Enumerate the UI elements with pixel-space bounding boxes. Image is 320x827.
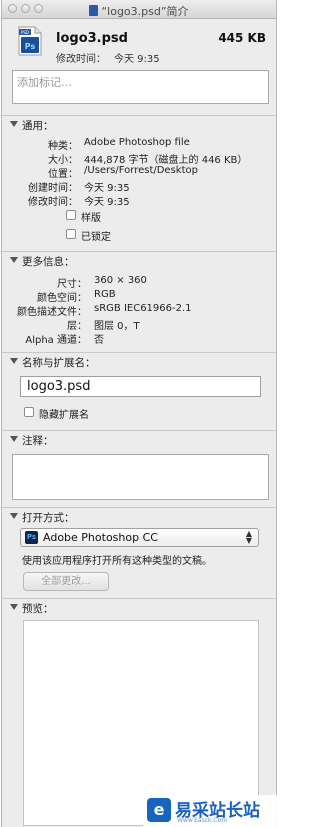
info-window: “logo3.psd”简介 PSD Ps logo3.psd 445 KB 修改… — [1, 0, 277, 827]
disclosure-triangle-icon[interactable] — [10, 121, 18, 127]
open-with-description: 使用该应用程序打开所有这种类型的文稿。 — [22, 556, 212, 567]
app-select-value: Adobe Photoshop CC — [43, 531, 158, 544]
section-title: 预览： — [22, 603, 54, 615]
watermark: e 易采站长站 Www.Easck.Com — [143, 795, 279, 827]
section-comments[interactable]: 注释： — [2, 430, 276, 448]
color-space-row: 颜色空间： RGB — [37, 289, 116, 304]
app-select[interactable]: Ps Adobe Photoshop CC ▲ ▼ — [20, 528, 259, 547]
location-row: 位置：/Users/Forrest/Desktop — [48, 165, 198, 180]
tags-field[interactable]: 添加标记… — [12, 70, 269, 104]
psd-file-icon: PSD Ps — [18, 26, 42, 56]
created-row: 创建时间： 今天 9:35 — [28, 183, 130, 194]
document-icon — [89, 5, 99, 16]
modified-row: 修改时间： 今天 9:35 — [28, 197, 130, 208]
file-header: PSD Ps logo3.psd 445 KB 修改时间： 今天 9:35 — [2, 19, 276, 67]
checkbox-box[interactable] — [66, 229, 76, 239]
section-preview[interactable]: 预览： — [2, 598, 276, 616]
size-row: 大小： 444,878 字节（磁盘上的 446 KB） — [48, 155, 248, 166]
file-name: logo3.psd — [56, 31, 128, 46]
disclosure-triangle-icon[interactable] — [10, 358, 18, 364]
layers-row: 层： 图层 0，T — [67, 321, 140, 332]
modified-label: 修改时间： — [56, 54, 106, 65]
modified-value: 今天 9:35 — [114, 54, 160, 65]
section-title: 通用： — [22, 120, 54, 132]
section-title: 注释： — [22, 435, 54, 447]
photoshop-icon: Ps — [25, 531, 38, 544]
section-more-info[interactable]: 更多信息： — [2, 251, 276, 269]
section-general[interactable]: 通用： — [2, 115, 276, 133]
alpha-row: Alpha 通道：否 — [25, 335, 104, 346]
disclosure-triangle-icon[interactable] — [10, 436, 18, 442]
checkbox-box[interactable] — [66, 210, 76, 220]
section-title: 更多信息： — [22, 256, 75, 268]
change-all-button[interactable]: 全部更改... — [23, 572, 109, 591]
comments-field[interactable] — [12, 454, 269, 500]
section-open-with[interactable]: 打开方式： — [2, 507, 276, 525]
window-title: “logo3.psd”简介 — [2, 3, 276, 19]
section-title: 名称与扩展名： — [22, 357, 96, 369]
dimensions-row: 尺寸： 360 × 360 — [57, 275, 147, 290]
watermark-logo-icon: e — [147, 798, 171, 822]
watermark-url: Www.Easck.Com — [177, 817, 228, 824]
kind-row: 种类： Adobe Photoshop file — [48, 137, 190, 152]
section-name-extension[interactable]: 名称与扩展名： — [2, 352, 276, 370]
ps-letters: Ps — [25, 42, 36, 51]
checkbox-box[interactable] — [24, 407, 34, 417]
tags-placeholder: 添加标记… — [17, 76, 72, 89]
name-field[interactable]: logo3.psd — [20, 376, 261, 397]
disclosure-triangle-icon[interactable] — [10, 257, 18, 263]
psd-badge: PSD — [21, 30, 29, 35]
title-bar[interactable]: “logo3.psd”简介 — [2, 0, 276, 19]
file-size: 445 KB — [218, 31, 266, 45]
updown-arrows-icon: ▲ ▼ — [245, 529, 252, 545]
disclosure-triangle-icon[interactable] — [10, 513, 18, 519]
name-field-value: logo3.psd — [27, 379, 91, 394]
color-profile-row: 颜色描述文件： sRGB IEC61966-2.1 — [17, 303, 192, 318]
disclosure-triangle-icon[interactable] — [10, 604, 18, 610]
section-title: 打开方式： — [22, 512, 75, 524]
